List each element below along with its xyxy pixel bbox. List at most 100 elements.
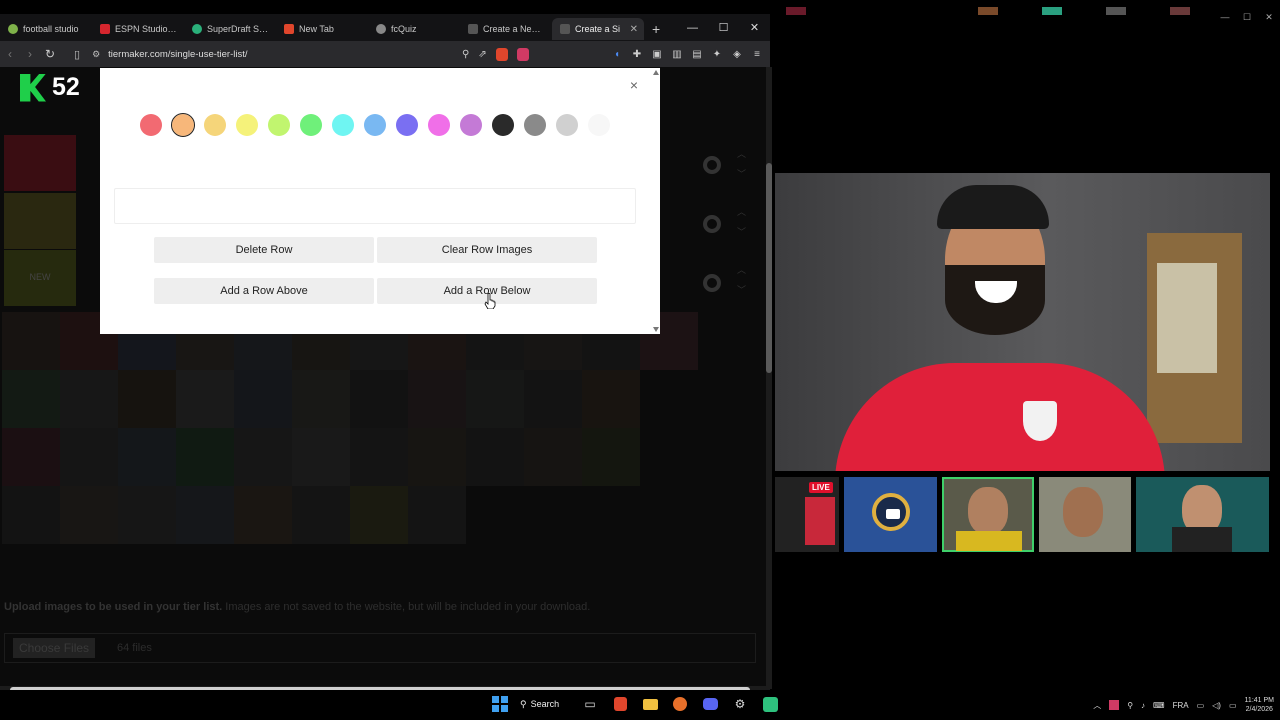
tab-fcquiz[interactable]: fcQuiz [368,18,460,40]
color-swatch[interactable] [396,114,418,136]
color-swatch[interactable] [460,114,482,136]
color-swatch[interactable] [204,114,226,136]
color-swatch[interactable] [524,114,546,136]
windows-start-icon[interactable] [490,694,510,714]
row-down-arrow-icon[interactable]: ﹀ [737,225,746,238]
player-image[interactable] [118,428,176,486]
reload-icon[interactable]: ↻ [40,47,60,61]
player-image[interactable] [350,370,408,428]
player-image[interactable] [292,486,350,544]
tab-superdraft[interactable]: SuperDraft Socc [184,18,276,40]
tab-football-studio[interactable]: football studio [0,18,92,40]
player-image[interactable] [466,428,524,486]
add-row-above-button[interactable]: Add a Row Above [154,278,374,304]
player-image[interactable] [118,486,176,544]
player-image[interactable] [60,428,118,486]
tab-new-tab[interactable]: New Tab [276,18,368,40]
usb-icon[interactable]: ⚲ [1127,701,1133,710]
minimize-button[interactable]: — [677,22,708,34]
share-icon[interactable]: ⇗ [478,49,486,60]
extensions-icon[interactable]: ✚ [630,49,644,60]
app-icon[interactable] [760,694,780,714]
color-swatch[interactable] [140,114,162,136]
player-image[interactable] [2,486,60,544]
address-bar[interactable]: ▯ ⚙ tiermaker.com/single-use-tier-list/ [74,44,454,64]
forward-arrow-icon[interactable]: › [20,47,40,61]
microphone-icon[interactable]: ♪ [1141,701,1145,710]
tab-espn[interactable]: ESPN Studio Y B [92,18,184,40]
vpn-icon[interactable]: ◈ [730,49,744,60]
color-swatch[interactable] [588,114,610,136]
player-image[interactable] [350,428,408,486]
maximize-button[interactable]: ☐ [708,21,739,34]
sidebar-icon[interactable]: ▥ [670,49,684,60]
player-image[interactable] [582,428,640,486]
row-settings-gear-icon[interactable] [703,215,721,233]
player-image[interactable] [408,486,466,544]
firefox-icon[interactable] [670,694,690,714]
discord-icon[interactable] [700,694,720,714]
close-window-button[interactable]: ✕ [739,21,770,34]
taskbar-search[interactable]: ⚲ Search [520,699,570,710]
tab-create-single[interactable]: Create a Si ✕ [552,18,644,40]
screenshot-icon[interactable]: ▣ [650,49,664,60]
participant-tile[interactable] [1039,477,1131,552]
close-tab-icon[interactable]: ✕ [630,24,638,35]
player-image[interactable] [292,370,350,428]
wallet-icon[interactable]: ▤ [690,49,704,60]
site-info-icon[interactable]: ⚙ [92,49,100,60]
player-image[interactable] [2,428,60,486]
brave-app-icon[interactable] [610,694,630,714]
translate-icon[interactable]: ◖ [610,49,624,60]
chevron-up-icon[interactable]: ︿ [1093,700,1101,711]
tier-row-3[interactable]: NEW [4,250,76,306]
player-image[interactable] [2,312,60,370]
row-up-arrow-icon[interactable]: ︿ [737,263,746,276]
leo-icon[interactable]: ✦ [710,49,724,60]
row-settings-gear-icon[interactable] [703,156,721,174]
participant-tile-speaking[interactable] [942,477,1034,552]
zoom-icon[interactable]: ⚲ [462,49,469,60]
player-image[interactable] [408,428,466,486]
row-up-arrow-icon[interactable]: ︿ [737,147,746,160]
vertical-scrollbar[interactable] [766,67,772,689]
color-swatch[interactable] [171,113,195,137]
volume-icon[interactable]: ◁) [1212,701,1221,710]
new-tab-button[interactable]: + [652,21,660,37]
participant-tile[interactable]: LIVE [775,477,839,552]
player-image[interactable] [176,486,234,544]
row-up-arrow-icon[interactable]: ︿ [737,205,746,218]
color-swatch[interactable] [428,114,450,136]
player-image[interactable] [350,486,408,544]
player-image[interactable] [176,428,234,486]
network-icon[interactable]: ▭ [1197,701,1205,710]
player-image[interactable] [292,428,350,486]
maximize-button[interactable]: ☐ [1236,12,1258,23]
keyboard-icon[interactable]: ⌨ [1153,701,1165,710]
player-image[interactable] [234,428,292,486]
player-image[interactable] [2,370,60,428]
color-swatch[interactable] [300,114,322,136]
delete-row-button[interactable]: Delete Row [154,237,374,263]
task-view-icon[interactable]: ▭ [580,694,600,714]
color-swatch[interactable] [364,114,386,136]
minimize-button[interactable]: — [1214,12,1236,23]
player-image[interactable] [118,370,176,428]
clock[interactable]: 11:41 PM 2/4/2026 [1245,696,1274,714]
file-explorer-icon[interactable] [640,694,660,714]
player-image[interactable] [176,370,234,428]
player-image[interactable] [234,486,292,544]
battery-icon[interactable]: ▭ [1229,701,1237,710]
player-image[interactable] [466,370,524,428]
tier-row-2[interactable] [4,193,76,249]
row-settings-gear-icon[interactable] [703,274,721,292]
tray-app-icon[interactable] [1109,700,1120,710]
player-image[interactable] [234,370,292,428]
player-image[interactable] [60,370,118,428]
player-image[interactable] [60,486,118,544]
modal-scrollbar[interactable] [652,68,660,334]
color-swatch[interactable] [268,114,290,136]
participant-tile[interactable] [844,477,937,552]
color-swatch[interactable] [492,114,514,136]
tiermaker-logo[interactable]: 52 [20,73,80,102]
